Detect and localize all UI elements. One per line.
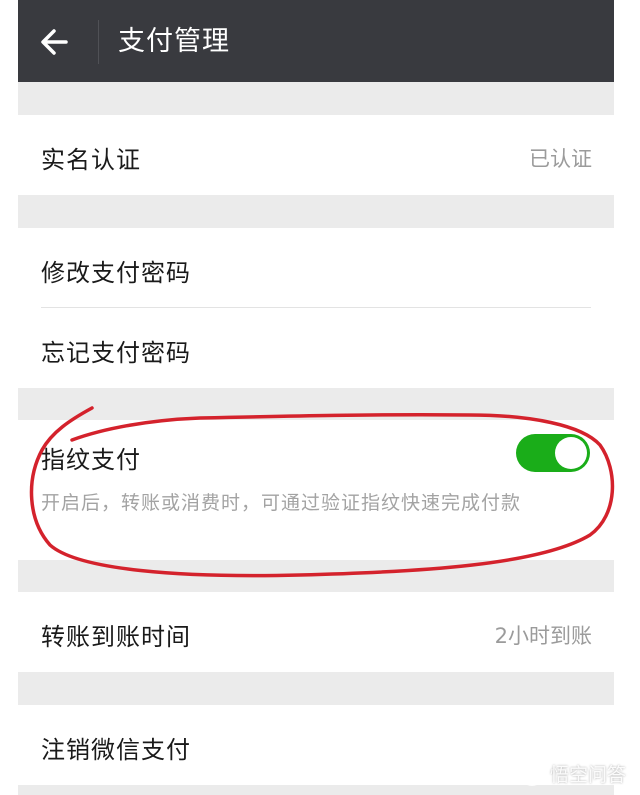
- fingerprint-toggle[interactable]: [516, 434, 590, 472]
- transfer-time-row[interactable]: 转账到账时间 2小时到账: [18, 592, 614, 672]
- phone-screen: 支付管理 实名认证 已认证 修改支付密码 忘记支付密码 指纹支付 开启后，转账或…: [18, 0, 614, 795]
- change-password-label: 修改支付密码: [41, 259, 191, 287]
- forgot-password-row[interactable]: 忘记支付密码: [18, 308, 614, 388]
- back-button[interactable]: [36, 22, 80, 62]
- title-divider: [98, 20, 99, 64]
- transfer-time-label: 转账到账时间: [41, 623, 191, 651]
- title-bar: 支付管理: [18, 0, 614, 82]
- watermark: 悟空问答: [519, 760, 626, 787]
- fingerprint-label: 指纹支付: [41, 446, 141, 474]
- page-title: 支付管理: [118, 26, 230, 57]
- forgot-password-label: 忘记支付密码: [41, 339, 191, 367]
- arrow-left-icon: [41, 29, 68, 55]
- toggle-knob: [555, 437, 587, 469]
- wukong-logo-icon: [519, 761, 544, 786]
- fingerprint-description: 开启后，转账或消费时，可通过验证指纹快速完成付款: [41, 492, 522, 514]
- fingerprint-group: 指纹支付 开启后，转账或消费时，可通过验证指纹快速完成付款: [18, 420, 614, 560]
- transfer-group: 转账到账时间 2小时到账: [18, 592, 614, 672]
- realname-group: 实名认证 已认证: [18, 115, 614, 195]
- change-password-row[interactable]: 修改支付密码: [18, 228, 614, 308]
- password-group: 修改支付密码 忘记支付密码: [18, 228, 614, 388]
- watermark-text: 悟空问答: [549, 764, 626, 786]
- realname-row[interactable]: 实名认证 已认证: [18, 115, 614, 195]
- realname-status: 已认证: [529, 147, 592, 171]
- transfer-time-value: 2小时到账: [494, 624, 592, 648]
- realname-label: 实名认证: [41, 146, 141, 174]
- cancel-wechat-pay-label: 注销微信支付: [41, 736, 191, 764]
